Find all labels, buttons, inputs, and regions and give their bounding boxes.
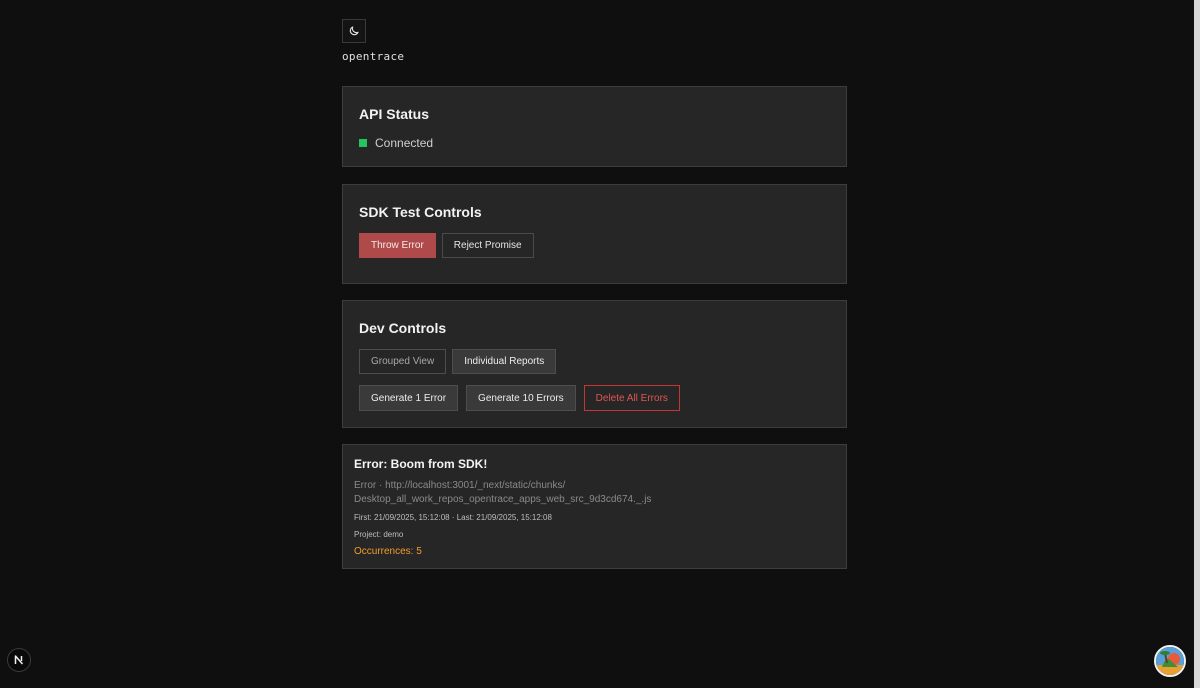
dev-controls-card: Dev Controls Grouped View Individual Rep… <box>342 300 847 428</box>
sdk-test-controls-title: SDK Test Controls <box>359 204 482 220</box>
nextjs-dev-badge[interactable] <box>7 648 31 672</box>
api-status-title: API Status <box>359 106 430 122</box>
error-occurrences: Occurrences: 5 <box>354 546 422 557</box>
status-indicator <box>359 139 367 147</box>
reject-promise-button[interactable]: Reject Promise <box>441 233 534 258</box>
sdk-button-row: Throw Error Reject Promise <box>359 233 830 258</box>
error-project: Project: demo <box>354 530 404 539</box>
error-source: Error · http://localhost:3001/_next/stat… <box>354 479 835 507</box>
error-timestamps: First: 21/09/2025, 15:12:08 · Last: 21/0… <box>354 513 552 522</box>
generate-one-error-button[interactable]: Generate 1 Error <box>359 385 459 411</box>
error-title: Error: Boom from SDK! <box>354 457 488 471</box>
delete-all-errors-button[interactable]: Delete All Errors <box>583 385 680 411</box>
status-row: Connected <box>359 136 830 150</box>
error-source-line1: Error · http://localhost:3001/_next/stat… <box>354 480 566 491</box>
grouped-view-button[interactable]: Grouped View <box>359 349 447 374</box>
user-avatar-icon <box>1156 647 1184 675</box>
generate-row: Generate 1 Error Generate 10 Errors Dele… <box>359 385 830 411</box>
nextjs-icon <box>14 655 24 665</box>
status-text: Connected <box>375 136 434 150</box>
user-avatar[interactable] <box>1154 645 1186 677</box>
moon-icon <box>349 26 359 36</box>
sdk-test-controls-card: SDK Test Controls Throw Error Reject Pro… <box>342 184 847 284</box>
main-container: opentrace API Status Connected SDK Test … <box>342 19 847 569</box>
theme-toggle-button[interactable] <box>342 19 366 43</box>
brand-name: opentrace <box>342 50 405 63</box>
throw-error-button[interactable]: Throw Error <box>359 233 436 258</box>
api-status-card: API Status Connected <box>342 86 847 167</box>
error-source-line2: Desktop_all_work_repos_opentrace_apps_we… <box>354 494 652 505</box>
page: opentrace API Status Connected SDK Test … <box>0 0 1200 688</box>
generate-ten-errors-button[interactable]: Generate 10 Errors <box>466 385 576 411</box>
dev-controls-title: Dev Controls <box>359 320 447 336</box>
view-toggle-row: Grouped View Individual Reports <box>359 349 830 374</box>
window-edge <box>1194 0 1200 688</box>
error-report-card[interactable]: Error: Boom from SDK! Error · http://loc… <box>342 444 847 569</box>
individual-reports-button[interactable]: Individual Reports <box>452 349 557 374</box>
